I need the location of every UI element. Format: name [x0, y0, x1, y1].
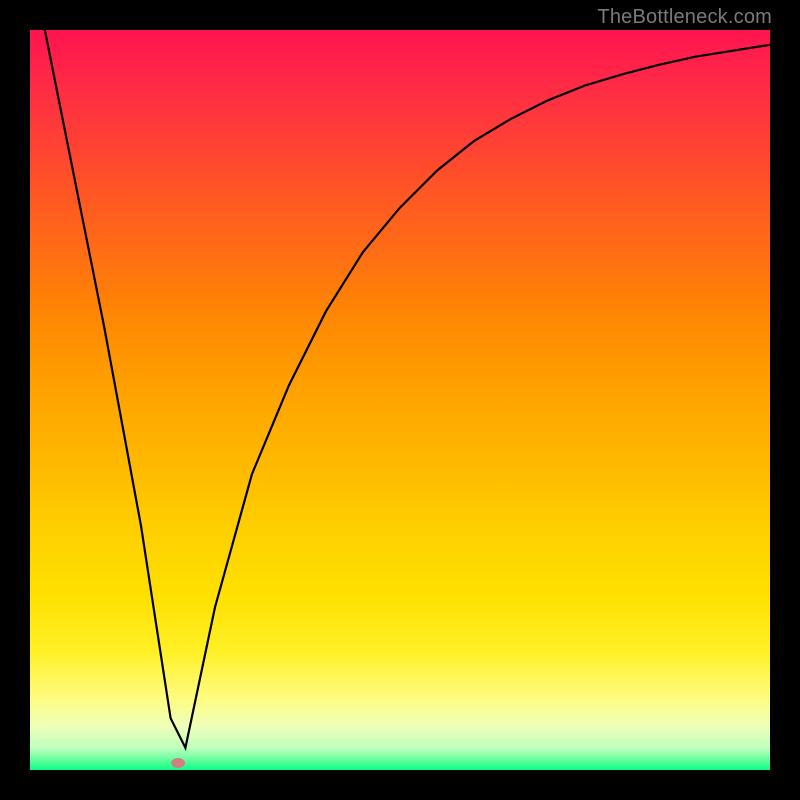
attribution-label: TheBottleneck.com [597, 6, 772, 29]
curve-path [45, 30, 770, 748]
chart-curve [30, 30, 770, 770]
plot-area [30, 30, 770, 770]
marker-dot [171, 758, 185, 768]
chart-frame: TheBottleneck.com [0, 0, 800, 800]
